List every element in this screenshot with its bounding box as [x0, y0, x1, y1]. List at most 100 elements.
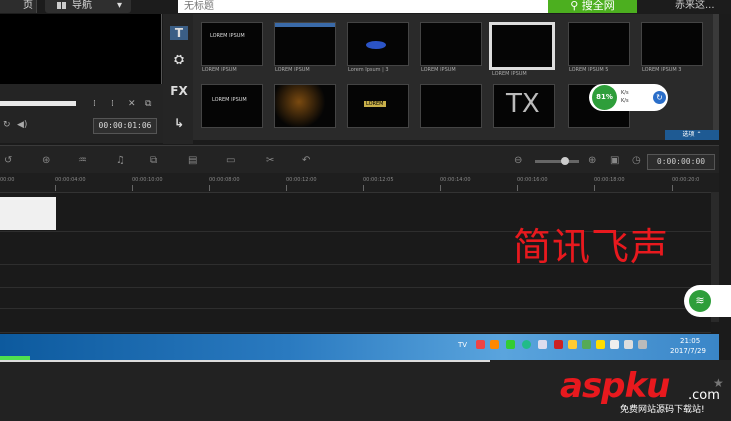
- library-thumb[interactable]: LOREM IPSUM: [420, 22, 482, 73]
- library-thumb[interactable]: [274, 84, 336, 128]
- library-thumb[interactable]: LOREM IPSUM LOREM IPSUM: [201, 22, 263, 73]
- audio-mixer-icon[interactable]: ♒: [78, 155, 87, 166]
- library-thumb-selected[interactable]: LOREM IPSUM: [489, 22, 555, 77]
- library-thumb[interactable]: Lorem Ipsum | 3: [347, 22, 409, 73]
- thumb-text: LOREM: [364, 101, 386, 107]
- thumb-caption: LOREM IPSUM 5: [569, 67, 609, 73]
- clock-icon[interactable]: ◷: [632, 155, 641, 166]
- ruler-tick: [132, 185, 133, 191]
- library-thumb[interactable]: LOREM IPSUM: [201, 84, 263, 128]
- clock-time[interactable]: 21:05: [680, 337, 700, 345]
- multicam-icon[interactable]: ▭: [226, 155, 235, 166]
- ruler-tick: [517, 185, 518, 191]
- ruler-label: 00:00:08:00: [209, 177, 240, 183]
- video-clip[interactable]: [0, 197, 56, 230]
- tray-app-icon[interactable]: [506, 340, 515, 349]
- home-button[interactable]: 页: [0, 0, 37, 13]
- tray-volume-icon[interactable]: [638, 340, 647, 349]
- mark-out-icon[interactable]: ⁞: [111, 99, 114, 109]
- tray-app-icon[interactable]: [476, 340, 485, 349]
- tray-app-icon[interactable]: [596, 340, 605, 349]
- library-thumb[interactable]: LOREM IPSUM 3: [641, 22, 703, 73]
- ruler-tick: [363, 185, 364, 191]
- copy-icon[interactable]: ⧉: [145, 99, 151, 109]
- search-button[interactable]: ⚲ 搜全网: [548, 0, 637, 13]
- thumb-text: TX: [506, 89, 540, 119]
- preview-scrubber[interactable]: [0, 101, 76, 106]
- timeline-toolbar: ↺ ⊛ ♒ ♫ ⧉ ▤ ▭ ✂ ↶ ⊖ ⊕ ▣ ◷: [0, 145, 719, 174]
- library-tool-column: T ⛭ FX ↳: [163, 14, 193, 144]
- mark-in-icon[interactable]: ⁞: [93, 99, 96, 109]
- ruler-tick: [594, 185, 595, 191]
- wifi-icon: ≋: [689, 290, 711, 312]
- tray-app-icon[interactable]: [554, 340, 563, 349]
- ruler-label: 00:00:10:00: [132, 177, 163, 183]
- search-button-label: 搜全网: [581, 0, 615, 12]
- zoom-slider-handle[interactable]: [561, 157, 569, 165]
- library-thumb[interactable]: LOREM IPSUM 5: [568, 22, 630, 73]
- search-input[interactable]: [178, 0, 548, 13]
- undo-icon[interactable]: ↶: [302, 155, 310, 166]
- preview-timecode[interactable]: 00:00:01:06: [93, 118, 157, 134]
- cut-icon[interactable]: ✕: [128, 99, 136, 109]
- library-options-button[interactable]: 选项 ⌃: [665, 130, 719, 140]
- wifi-widget[interactable]: ≋: [684, 285, 731, 317]
- auto-music-icon[interactable]: ♫: [116, 155, 125, 166]
- ruler-label: 00:00:16:00: [517, 177, 548, 183]
- transition-tool-icon[interactable]: ⛭: [170, 52, 188, 67]
- ruler-tick: [209, 185, 210, 191]
- thumb-text: LOREM IPSUM: [210, 33, 245, 39]
- library-thumb[interactable]: LOREM IPSUM: [274, 22, 336, 73]
- voice-track[interactable]: [0, 288, 711, 309]
- volume-icon[interactable]: ◀): [17, 120, 27, 130]
- library-scrollbar[interactable]: [713, 14, 719, 140]
- zoom-out-icon[interactable]: ⊖: [514, 155, 522, 166]
- tray-network-icon[interactable]: [522, 340, 531, 349]
- site-logo-suffix: .com: [688, 388, 720, 403]
- ruler-label: 00:00:12:05: [363, 177, 394, 183]
- tray-app-icon[interactable]: [538, 340, 547, 349]
- system-tray: TV: [458, 340, 668, 354]
- timeline-timecode[interactable]: 0:00:00:00: [647, 154, 715, 170]
- title-tool-icon[interactable]: T: [170, 26, 188, 40]
- thumb-caption: LOREM IPSUM: [202, 67, 237, 73]
- accelerate-icon[interactable]: ↻: [653, 91, 666, 104]
- network-speed-widget[interactable]: 81% K/s K/s ↻: [589, 84, 668, 111]
- swap-icon[interactable]: ↺: [4, 155, 12, 166]
- site-logo: aspku: [560, 366, 670, 406]
- tray-app-icon[interactable]: [490, 340, 499, 349]
- clock-date[interactable]: 2017/7/29: [670, 347, 706, 355]
- tray-app-icon[interactable]: [624, 340, 633, 349]
- speed-down: K/s: [621, 98, 629, 104]
- fit-icon[interactable]: ▣: [610, 155, 619, 166]
- nav-menu-button[interactable]: 导航 ▾: [45, 0, 131, 13]
- library-thumb[interactable]: LOREM: [347, 84, 409, 128]
- tray-app-icon[interactable]: [582, 340, 591, 349]
- path-tool-icon[interactable]: ↳: [170, 116, 188, 130]
- zoom-in-icon[interactable]: ⊕: [588, 155, 596, 166]
- library-thumb[interactable]: TX: [493, 84, 555, 128]
- preview-window: [0, 14, 162, 84]
- music-track[interactable]: [0, 309, 711, 333]
- repeat-icon[interactable]: ↻: [3, 120, 11, 130]
- subtitle-icon[interactable]: ▤: [188, 155, 197, 166]
- nav-label: 导航: [72, 0, 92, 11]
- fx-tool-icon[interactable]: FX: [170, 84, 188, 98]
- motion-icon[interactable]: ⧉: [150, 155, 157, 166]
- tray-app-icon[interactable]: [568, 340, 577, 349]
- timeline-ruler[interactable]: 00:00 00:00:04:00 00:00:10:00 00:00:08:0…: [0, 173, 719, 193]
- site-tagline: 免费网站源码下载站!: [620, 405, 705, 415]
- thumb-text: LOREM IPSUM: [212, 97, 247, 103]
- zoom-slider[interactable]: [535, 160, 579, 163]
- top-right-link[interactable]: 赤来这...: [675, 0, 715, 11]
- star-icon[interactable]: ★: [713, 376, 724, 390]
- tray-app-icon[interactable]: [610, 340, 619, 349]
- ruler-label: 00:00:18:00: [594, 177, 625, 183]
- ruler-label: 00:00:20:0: [672, 177, 700, 183]
- ruler-tick: [286, 185, 287, 191]
- record-icon[interactable]: ⊛: [42, 155, 50, 166]
- speed-percent: 81%: [592, 85, 617, 110]
- library-thumb[interactable]: [420, 84, 482, 128]
- split-icon[interactable]: ✂: [266, 155, 274, 166]
- ruler-label: 00:00: [0, 177, 15, 183]
